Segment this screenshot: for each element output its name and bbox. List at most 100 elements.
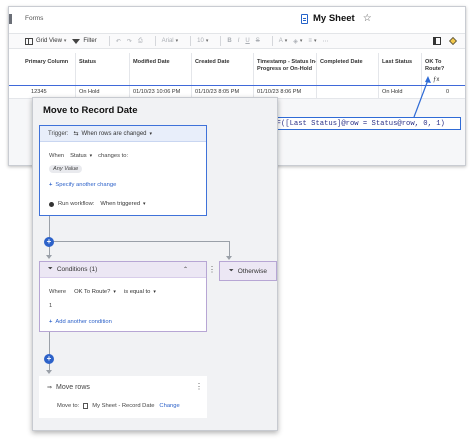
font-select-value: Arial [161, 38, 174, 44]
column-header[interactable]: Completed Date [320, 59, 380, 66]
chevron-down-icon: ▾ [63, 38, 67, 44]
clock-icon [49, 201, 54, 207]
move-rows-icon: ⇒ [47, 385, 53, 391]
grid-view-label: Grid View [36, 38, 62, 44]
move-rows-action-card[interactable]: ⇒ Move rows ⋮ Move to: My Sheet - Record… [39, 376, 207, 418]
add-step-button[interactable]: + [44, 354, 54, 364]
align-icon[interactable]: ≡ ▾ [308, 38, 316, 44]
chevron-down-icon: ▾ [113, 289, 116, 295]
column-header[interactable]: Status [79, 59, 129, 66]
undo-icon[interactable]: ↶ [116, 38, 121, 45]
connector-line [49, 332, 50, 372]
panel-icon[interactable] [433, 37, 441, 45]
bold-icon[interactable]: B [227, 38, 231, 44]
filter-button[interactable]: Filter [72, 38, 97, 44]
underline-icon[interactable]: U [245, 38, 249, 44]
arrow-down-icon [226, 256, 232, 260]
filter-label: Filter [83, 38, 97, 44]
condition-value[interactable]: 1 [49, 303, 52, 309]
strikethrough-icon[interactable]: S [256, 38, 260, 44]
text-color-icon[interactable]: A ▾ [279, 38, 288, 44]
action-title-label: Move rows [56, 384, 90, 391]
column-header[interactable]: Modified Date [133, 59, 193, 66]
otherwise-label: Otherwise [237, 267, 268, 275]
italic-icon[interactable]: I [238, 38, 240, 44]
table-cell[interactable]: 01/10/23 8:05 PM [195, 89, 239, 95]
filter-icon [72, 38, 81, 44]
trigger-label: Trigger: [48, 130, 69, 137]
table-cell[interactable]: On Hold [382, 89, 403, 95]
run-workflow-select[interactable]: When triggered ▾ [100, 201, 145, 207]
condition-field-select[interactable]: OK To Route? ▾ [74, 289, 116, 295]
trigger-card[interactable]: Trigger: ⇆ When rows are changed ▾ When … [39, 125, 207, 216]
sheet-title[interactable]: My Sheet [313, 13, 355, 24]
workflow-title: Move to Record Date [43, 105, 138, 116]
condition-where-row: Where OK To Route? ▾ is equal to ▾ [49, 289, 156, 295]
add-step-button[interactable]: + [44, 237, 54, 247]
chevron-down-icon: ▾ [149, 130, 153, 137]
trigger-event-select[interactable]: ⇆ When rows are changed ▾ [73, 130, 153, 138]
table-cell[interactable]: 0 [446, 89, 449, 95]
star-icon[interactable]: ☆ [363, 13, 372, 24]
workflow-panel: Move to Record Date Trigger: ⇆ When rows… [32, 97, 278, 431]
where-label: Where [49, 289, 67, 295]
table-cell[interactable]: 12345 [31, 89, 47, 95]
toolbar-divider [220, 36, 222, 46]
destination-sheet: My Sheet - Record Date [92, 403, 155, 409]
add-change-link[interactable]: + Specify another change [49, 182, 116, 188]
add-change-label: Specify another change [55, 182, 117, 188]
toolbar-divider [271, 36, 273, 46]
column-header[interactable]: Last Status [382, 59, 422, 66]
chevron-down-icon: ▾ [89, 153, 93, 159]
column-header[interactable]: Created Date [195, 59, 255, 66]
toolbar-divider [190, 36, 192, 46]
font-select[interactable]: Arial ▾ [162, 38, 179, 44]
more-icon[interactable]: ⋮ [208, 265, 216, 274]
more-format-icon[interactable]: ⋯ [322, 38, 328, 45]
app-logo [9, 14, 12, 24]
trigger-value-row: Any Value [49, 165, 83, 173]
table-cell[interactable]: 01/10/23 10:06 PM [133, 89, 180, 95]
print-icon[interactable]: ⎙ [138, 38, 143, 45]
add-condition-label: Add another condition [55, 319, 112, 325]
table-cell[interactable]: On Hold [79, 89, 100, 95]
grid-icon [25, 37, 33, 45]
change-link[interactable]: Change [159, 403, 179, 409]
document-icon [83, 403, 89, 409]
column-header-row: Primary Column Status Modified Date Crea… [9, 53, 465, 85]
condition-operator-value: is equal to [123, 289, 151, 295]
otherwise-branch[interactable]: ⏷ Otherwise [219, 261, 277, 281]
action-title: ⇒ Move rows [47, 384, 90, 391]
when-label: When [49, 153, 65, 159]
value-chip[interactable]: Any Value [49, 165, 83, 173]
move-to-label: Move to: [57, 403, 80, 409]
trigger-field-value: Status [70, 153, 87, 159]
table-cell[interactable]: 01/10/23 8:06 PM [257, 89, 301, 95]
forms-link[interactable]: Forms [25, 15, 43, 22]
trigger-field-select[interactable]: Status ▾ [70, 153, 92, 159]
toolbar-divider [154, 36, 156, 46]
column-header[interactable]: Timestamp - Status In-Progress or On-Hol… [257, 59, 317, 72]
highlight-icon[interactable] [449, 37, 457, 45]
filter-funnel-icon: ⏷ [228, 267, 234, 274]
condition-value-row: 1 [49, 303, 52, 309]
grid-view-button[interactable]: Grid View ▾ [25, 37, 67, 45]
condition-field-value: OK To Route? [74, 289, 111, 295]
connector-line [49, 241, 229, 242]
plus-icon: + [49, 182, 53, 188]
changes-to-label: changes to: [98, 153, 129, 159]
add-condition-link[interactable]: + Add another condition [49, 319, 112, 325]
arrow-down-icon [46, 255, 52, 259]
arrow-down-icon [46, 370, 52, 374]
conditions-card[interactable]: ⏷ Conditions (1) ⌃ ⋮ Where OK To Route? … [39, 261, 216, 332]
run-workflow-row: Run workflow: When triggered ▾ [49, 201, 146, 207]
formula-callout: =IF([Last Status]@row = Status@row, 0, 1… [264, 117, 461, 130]
fill-color-icon[interactable]: ◈ ▾ [293, 38, 302, 45]
column-header[interactable]: OK To Route? [425, 59, 451, 72]
condition-operator-select[interactable]: is equal to ▾ [124, 289, 156, 295]
redo-icon[interactable]: ↷ [127, 38, 132, 45]
font-size-select[interactable]: 10 ▾ [197, 38, 208, 44]
conditions-title: Conditions (1) [56, 266, 98, 273]
chevron-up-icon[interactable]: ⌃ [183, 266, 188, 273]
more-icon[interactable]: ⋮ [195, 382, 203, 391]
